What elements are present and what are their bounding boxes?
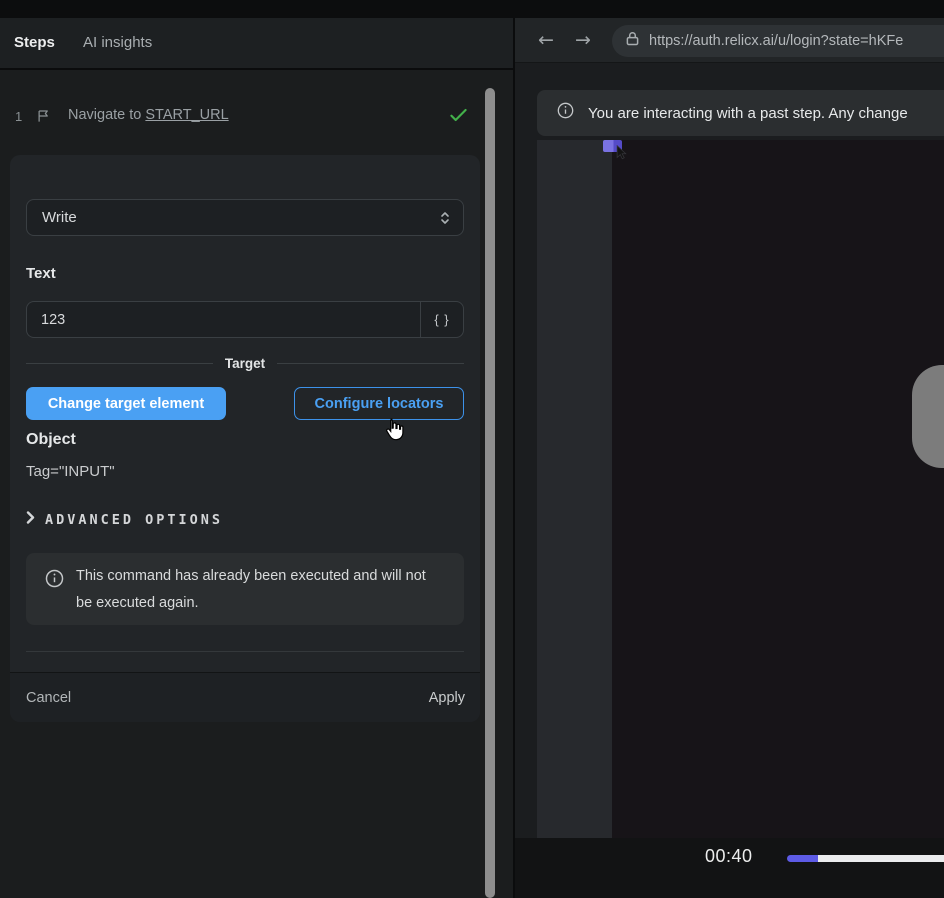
step-row[interactable]: 1 Navigate to START_URL: [0, 100, 500, 136]
target-label: Target: [225, 356, 265, 371]
panel-scrollbar[interactable]: [485, 88, 495, 898]
step-label: Navigate to START_URL: [68, 107, 229, 123]
address-bar[interactable]: https://auth.relicx.ai/u/login?state=hKF…: [612, 25, 944, 57]
page-screenshot: [537, 140, 944, 838]
target-divider: Target: [26, 354, 464, 372]
insert-variable-button[interactable]: { }: [420, 301, 464, 338]
screenshot-content: [612, 140, 944, 838]
advanced-options-label: ADVANCED OPTIONS: [45, 512, 223, 528]
step-success-check-icon: [450, 108, 467, 127]
executed-info-text: This command has already been executed a…: [76, 563, 432, 617]
lock-icon: [626, 31, 639, 51]
window-top-strip: [0, 0, 944, 18]
playback-progress-bar[interactable]: [787, 855, 944, 862]
panel-tabs: Steps AI insights: [0, 18, 513, 70]
change-target-element-button[interactable]: Change target element: [26, 387, 226, 420]
start-url-link[interactable]: START_URL: [145, 107, 228, 123]
info-icon: [557, 102, 574, 124]
step-editor-card: Write Text { } Target Change target elem…: [10, 155, 480, 722]
playback-bar: 00:40: [515, 838, 944, 898]
floating-handle[interactable]: [912, 365, 944, 468]
apply-button[interactable]: Apply: [429, 673, 465, 723]
playback-progress-remaining: [818, 855, 944, 862]
action-type-select[interactable]: Write: [26, 199, 464, 236]
object-value: Tag="INPUT": [26, 463, 115, 480]
flag-icon[interactable]: [36, 108, 51, 129]
browser-preview-panel: ← → https://auth.relicx.ai/u/login?state…: [515, 18, 944, 898]
target-buttons-row: Change target element Configure locators: [26, 387, 464, 420]
url-text: https://auth.relicx.ai/u/login?state=hKF…: [649, 33, 903, 49]
browser-chrome: ← → https://auth.relicx.ai/u/login?state…: [515, 18, 944, 63]
playback-time: 00:40: [705, 846, 753, 867]
configure-locators-button[interactable]: Configure locators: [294, 387, 464, 420]
divider-line: [277, 363, 464, 364]
footer-divider: [26, 651, 464, 652]
playback-progress-fill: [787, 855, 818, 862]
steps-panel: Steps AI insights 1 Navigate to START_UR…: [0, 18, 513, 898]
editor-footer: Cancel Apply: [10, 672, 480, 722]
chevron-updown-icon: [440, 211, 450, 230]
past-step-banner-text: You are interacting with a past step. An…: [588, 105, 908, 122]
object-label: Object: [26, 431, 76, 449]
back-arrow-icon[interactable]: ←: [538, 18, 554, 63]
executed-info-box: This command has already been executed a…: [26, 553, 464, 625]
divider-line: [26, 363, 213, 364]
info-icon: [45, 569, 64, 593]
step-number: 1: [15, 109, 22, 124]
past-step-banner: You are interacting with a past step. An…: [537, 90, 944, 136]
action-type-value: Write: [42, 209, 77, 226]
screenshot-cursor-icon: [615, 145, 628, 165]
mouse-pointer-cursor-icon: [382, 417, 404, 446]
tab-ai-insights[interactable]: AI insights: [83, 18, 152, 68]
screenshot-sidebar-strip: [537, 140, 612, 838]
text-input[interactable]: [26, 301, 420, 338]
advanced-chevron-icon: [26, 511, 35, 529]
forward-arrow-icon[interactable]: →: [575, 18, 591, 63]
text-field-label: Text: [26, 265, 56, 282]
tab-steps[interactable]: Steps: [14, 18, 55, 68]
app-window: Steps AI insights 1 Navigate to START_UR…: [0, 0, 944, 898]
text-input-group: { }: [26, 301, 464, 338]
step-label-text: Navigate to: [68, 107, 141, 123]
advanced-options-toggle[interactable]: ADVANCED OPTIONS: [26, 511, 223, 529]
cancel-button[interactable]: Cancel: [26, 673, 71, 723]
